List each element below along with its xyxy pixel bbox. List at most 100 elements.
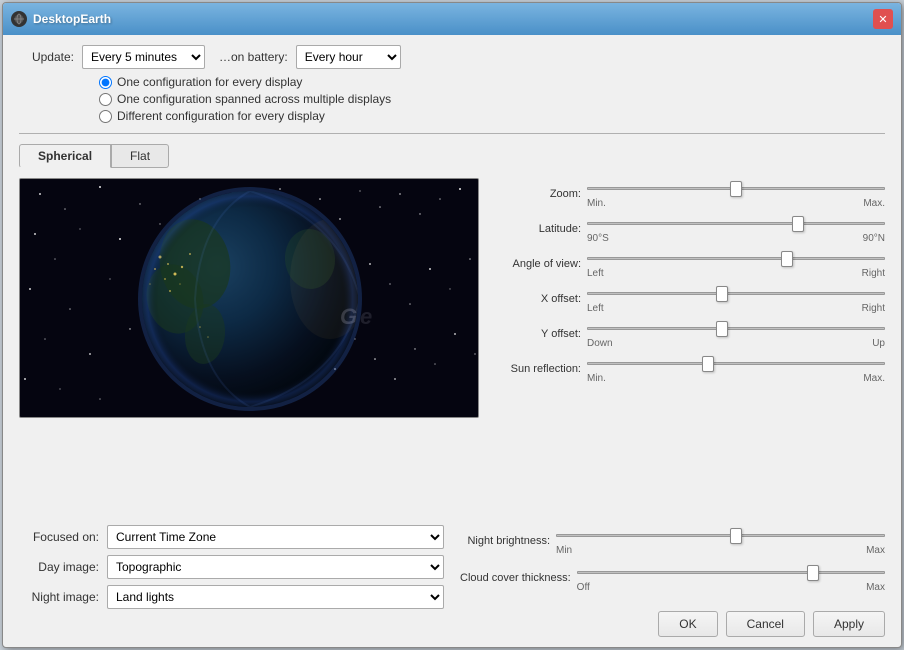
tab-spherical[interactable]: Spherical [19,144,111,168]
zoom-max: Max. [863,198,885,209]
angle-of-view-row: Angle of view: Left Right [491,248,885,279]
cloud-cover-slider[interactable] [577,564,885,580]
focused-on-row: Focused on: Current Time Zone UTC Custom [19,525,444,549]
svg-text:G: G [340,304,357,329]
cloud-cover-slider-container: Off Max [577,562,885,593]
angle-of-view-label: Angle of view: [491,258,581,270]
cloud-cover-min: Off [577,582,590,593]
latitude-label: Latitude: [491,223,581,235]
focused-on-select[interactable]: Current Time Zone UTC Custom [107,525,444,549]
radio-row-1: One configuration for every display [99,75,885,89]
main-section: Spherical Flat [19,144,885,637]
radio-label-1: One configuration for every display [117,75,302,89]
angle-max: Right [862,268,885,279]
latitude-max: 90°N [863,233,885,244]
radio-label-2: One configuration spanned across multipl… [117,92,391,106]
cloud-cover-label: Cloud cover thickness: [460,572,571,584]
y-offset-slider-container: Down Up [587,318,885,349]
angle-of-view-slider-container: Left Right [587,248,885,279]
zoom-label: Zoom: [491,188,581,200]
cloud-cover-max: Max [866,582,885,593]
middle-section: G e Zoom: Min. Max. [19,178,885,509]
zoom-slider-container: Min. Max. [587,178,885,209]
bottom-left-options: Focused on: Current Time Zone UTC Custom… [19,525,444,637]
cloud-cover-row: Cloud cover thickness: Off Max [460,562,885,593]
zoom-min: Min. [587,198,606,209]
zoom-slider[interactable] [587,180,885,196]
y-offset-slider[interactable] [587,320,885,336]
sun-reflection-label: Sun reflection: [491,363,581,375]
day-image-select[interactable]: Topographic Blue Marble Custom [107,555,444,579]
night-brightness-max: Max [866,545,885,556]
day-image-row: Day image: Topographic Blue Marble Custo… [19,555,444,579]
latitude-min: 90°S [587,233,609,244]
night-brightness-slider[interactable] [556,527,885,543]
angle-min: Left [587,268,604,279]
main-window: DesktopEarth ✕ Update: Every 5 minutes E… [2,2,902,648]
day-image-label: Day image: [19,560,99,574]
x-offset-min: Left [587,303,604,314]
focused-on-label: Focused on: [19,530,99,544]
sliders-controls: Zoom: Min. Max. Latitude: [491,178,885,509]
window-title: DesktopEarth [33,12,111,26]
latitude-row: Latitude: 90°S 90°N [491,213,885,244]
apply-button[interactable]: Apply [813,611,885,637]
titlebar: DesktopEarth ✕ [3,3,901,35]
y-offset-min: Down [587,338,613,349]
update-interval-select[interactable]: Every 5 minutes Every 10 minutes Every 3… [82,45,205,69]
radio-one-config[interactable] [99,76,112,89]
stars-background: G e [20,179,478,417]
radio-row-3: Different configuration for every displa… [99,109,885,123]
angle-minmax: Left Right [587,268,885,279]
close-button[interactable]: ✕ [873,9,893,29]
tab-flat[interactable]: Flat [111,144,169,168]
content-area: Update: Every 5 minutes Every 10 minutes… [3,35,901,647]
battery-interval-select[interactable]: Every hour Every 2 hours Every 6 hours N… [296,45,401,69]
sun-reflection-max: Max. [863,373,885,384]
cancel-button[interactable]: Cancel [726,611,805,637]
x-offset-row: X offset: Left Right [491,283,885,314]
sun-reflection-minmax: Min. Max. [587,373,885,384]
cloud-cover-minmax: Off Max [577,582,885,593]
radio-spanned[interactable] [99,93,112,106]
y-offset-max: Up [872,338,885,349]
latitude-minmax: 90°S 90°N [587,233,885,244]
latitude-slider[interactable] [587,215,885,231]
night-brightness-minmax: Min Max [556,545,885,556]
radio-different-config[interactable] [99,110,112,123]
x-offset-minmax: Left Right [587,303,885,314]
x-offset-label: X offset: [491,293,581,305]
earth-preview-area: G e [19,178,479,418]
bottom-right-options: Night brightness: Min Max Cloud cover th… [460,525,885,637]
svg-text:e: e [360,304,372,329]
night-image-row: Night image: Land lights None Custom [19,585,444,609]
x-offset-max: Right [862,303,885,314]
x-offset-slider-container: Left Right [587,283,885,314]
update-section: Update: Every 5 minutes Every 10 minutes… [19,45,885,134]
ok-button[interactable]: OK [658,611,717,637]
night-brightness-label: Night brightness: [460,535,550,547]
zoom-minmax: Min. Max. [587,198,885,209]
sun-reflection-row: Sun reflection: Min. Max. [491,353,885,384]
earth-preview: G e [20,179,478,417]
sun-reflection-min: Min. [587,373,606,384]
update-label: Update: [19,50,74,64]
radio-label-3: Different configuration for every displa… [117,109,325,123]
night-brightness-row: Night brightness: Min Max [460,525,885,556]
night-image-select[interactable]: Land lights None Custom [107,585,444,609]
angle-of-view-slider[interactable] [587,250,885,266]
night-brightness-slider-container: Min Max [556,525,885,556]
titlebar-left: DesktopEarth [11,11,111,27]
zoom-row: Zoom: Min. Max. [491,178,885,209]
app-icon [11,11,27,27]
y-offset-label: Y offset: [491,328,581,340]
battery-label: …on battery: [219,50,288,64]
radio-row-2: One configuration spanned across multipl… [99,92,885,106]
sun-reflection-slider[interactable] [587,355,885,371]
y-offset-row: Y offset: Down Up [491,318,885,349]
footer-buttons: OK Cancel Apply [460,603,885,637]
x-offset-slider[interactable] [587,285,885,301]
bottom-options-section: Focused on: Current Time Zone UTC Custom… [19,517,885,637]
tabs-row: Spherical Flat [19,144,885,168]
latitude-slider-container: 90°S 90°N [587,213,885,244]
